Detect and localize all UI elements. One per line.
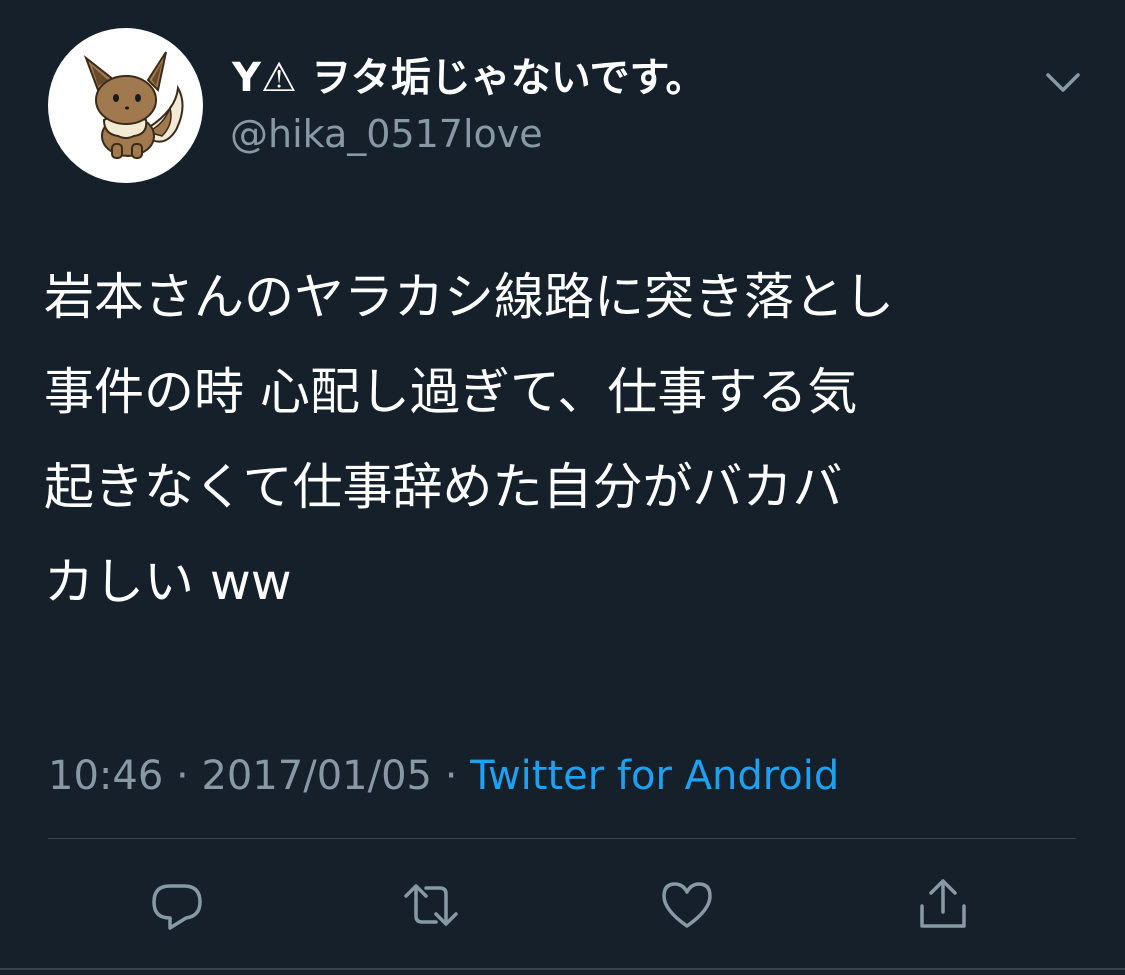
tweet-text: 岩本さんのヤラカシ線路に突き落とし 事件の時 心配し過ぎて、仕事する気 起きなく… (44, 268, 894, 611)
tweet-time: 10:46 (48, 753, 164, 799)
tweet-source-link[interactable]: Twitter for Android (470, 753, 839, 799)
divider (48, 838, 1076, 839)
tweet-detail: Y⚠ ヲタ垢じゃないです。 @hika_0517love 岩本さんのヤラカシ線路… (0, 0, 1125, 975)
tweet-actions (0, 870, 1125, 940)
avatar[interactable] (48, 28, 203, 183)
divider (0, 968, 1125, 970)
chevron-down-icon[interactable] (1040, 60, 1086, 106)
share-icon (920, 879, 966, 928)
share-button[interactable] (908, 870, 978, 940)
like-button[interactable] (652, 870, 722, 940)
reply-button[interactable] (142, 870, 212, 940)
meta-separator: · (431, 753, 471, 799)
tweet-meta: 10:46 · 2017/01/05 · Twitter for Android (48, 750, 839, 802)
reply-icon (152, 884, 202, 930)
retweet-button[interactable] (396, 870, 466, 940)
retweet-icon (404, 884, 458, 926)
tweet-date: 2017/01/05 (201, 753, 432, 799)
user-display-name[interactable]: Y⚠ ヲタ垢じゃないです。 (232, 52, 706, 104)
meta-separator: · (163, 753, 202, 799)
user-handle[interactable]: @hika_0517love (230, 110, 543, 158)
eevee-avatar-icon (83, 51, 184, 159)
heart-icon (662, 882, 712, 928)
